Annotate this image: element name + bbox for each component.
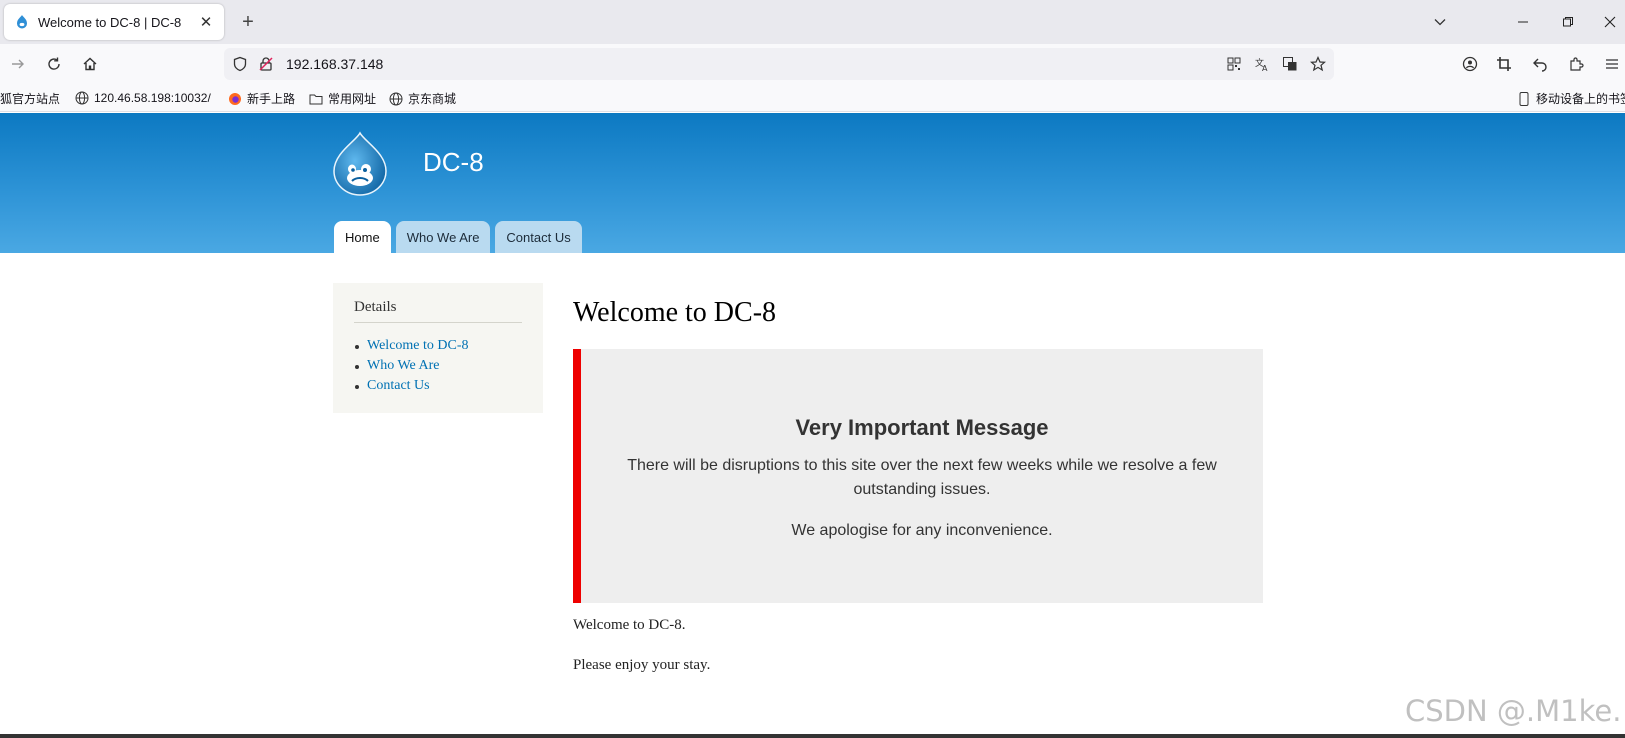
drupal-logo-icon[interactable]: [330, 131, 390, 197]
close-tab-icon[interactable]: ✕: [196, 12, 216, 32]
firefox-icon: [227, 91, 243, 107]
tab-title: Welcome to DC-8 | DC-8: [38, 14, 182, 30]
bookmarks-toolbar: 火狐官方站点 120.46.58.198:10032/ 新手上路 常用网址 京东…: [0, 84, 1625, 112]
url-bar[interactable]: 192.168.37.148 文A: [224, 48, 1334, 80]
message-apology: We apologise for any inconvenience.: [791, 522, 1053, 539]
tab-strip: Welcome to DC-8 | DC-8 ✕ +: [0, 0, 1625, 44]
message-text: There will be disruptions to this site o…: [627, 457, 1217, 498]
body-paragraph: Please enjoy your stay.: [573, 657, 711, 673]
tab-home[interactable]: Home: [334, 221, 391, 253]
reload-icon[interactable]: [42, 52, 66, 76]
sidebar-title: Details: [354, 299, 522, 323]
site-header: DC-8 Home Who We Are Contact Us: [0, 113, 1625, 253]
browser-tab[interactable]: Welcome to DC-8 | DC-8 ✕: [4, 4, 224, 40]
account-icon[interactable]: [1458, 52, 1482, 76]
mobile-bookmarks-label: 移动设备上的书签: [1536, 92, 1625, 106]
extensions-icon[interactable]: [1564, 52, 1588, 76]
bookmark-label: 京东商城: [408, 92, 457, 106]
undo-icon[interactable]: [1528, 52, 1552, 76]
bookmark-label: 120.46.58.198:10032/: [94, 91, 211, 105]
site-name[interactable]: DC-8: [423, 147, 484, 178]
bookmark-item[interactable]: 新手上路: [227, 90, 295, 107]
globe-icon: [388, 91, 404, 107]
url-text[interactable]: 192.168.37.148: [286, 56, 383, 72]
restore-icon[interactable]: [1554, 8, 1582, 36]
shield-icon[interactable]: [230, 54, 250, 74]
list-all-tabs-chevron-icon[interactable]: [1428, 10, 1452, 34]
page-translate-icon[interactable]: [1280, 54, 1300, 74]
important-message-box: Very Important Message There will be dis…: [573, 349, 1263, 603]
taskbar-edge: [0, 734, 1625, 738]
mobile-bookmarks-item[interactable]: 移动设备上的书签: [1516, 90, 1625, 107]
translate-icon[interactable]: 文A: [1252, 54, 1272, 74]
insecure-lock-icon[interactable]: [256, 54, 276, 74]
bookmark-item[interactable]: 120.46.58.198:10032/: [74, 90, 211, 106]
globe-icon: [74, 90, 90, 106]
folder-icon: [308, 91, 324, 107]
bookmark-item[interactable]: 火狐官方站点: [0, 90, 60, 107]
sidebar-link-who-we-are[interactable]: Who We Are: [354, 356, 522, 376]
tab-who-we-are[interactable]: Who We Are: [395, 221, 491, 253]
qr-code-icon[interactable]: [1224, 54, 1244, 74]
mobile-device-icon: [1516, 91, 1532, 107]
close-window-icon[interactable]: [1596, 8, 1624, 36]
sidebar-details: Details Welcome to DC-8 Who We Are Conta…: [333, 283, 543, 413]
watermark: CSDN @.M1ke.: [1405, 694, 1622, 728]
svg-text:A: A: [1262, 64, 1268, 72]
forward-arrow-icon[interactable]: [6, 52, 30, 76]
bookmark-label: 新手上路: [247, 92, 296, 106]
tab-contact-us[interactable]: Contact Us: [495, 221, 582, 253]
menu-hamburger-icon[interactable]: [1600, 52, 1624, 76]
page-title: Welcome to DC-8: [573, 297, 777, 328]
navigation-toolbar: 192.168.37.148 文A: [0, 44, 1625, 84]
minimize-icon[interactable]: [1509, 8, 1537, 36]
bookmark-item[interactable]: 京东商城: [388, 90, 456, 107]
body-paragraph: Welcome to DC-8.: [573, 617, 686, 633]
drupal-favicon-icon: [17, 15, 27, 29]
screenshot-crop-icon[interactable]: [1492, 52, 1516, 76]
bookmark-label: 火狐官方站点: [0, 92, 61, 106]
primary-tabs: Home Who We Are Contact Us: [334, 221, 587, 253]
new-tab-button[interactable]: +: [236, 10, 260, 34]
bookmark-star-icon[interactable]: [1308, 54, 1328, 74]
sidebar-link-welcome[interactable]: Welcome to DC-8: [354, 336, 522, 356]
bookmark-item[interactable]: 常用网址: [308, 90, 376, 107]
sidebar-link-contact-us[interactable]: Contact Us: [354, 376, 522, 396]
main-content: Welcome to DC-8 Very Important Message T…: [573, 297, 1263, 673]
sidebar-links: Welcome to DC-8 Who We Are Contact Us: [354, 336, 522, 396]
message-heading: Very Important Message: [795, 415, 1049, 440]
home-icon[interactable]: [78, 52, 102, 76]
bookmark-label: 常用网址: [328, 92, 377, 106]
